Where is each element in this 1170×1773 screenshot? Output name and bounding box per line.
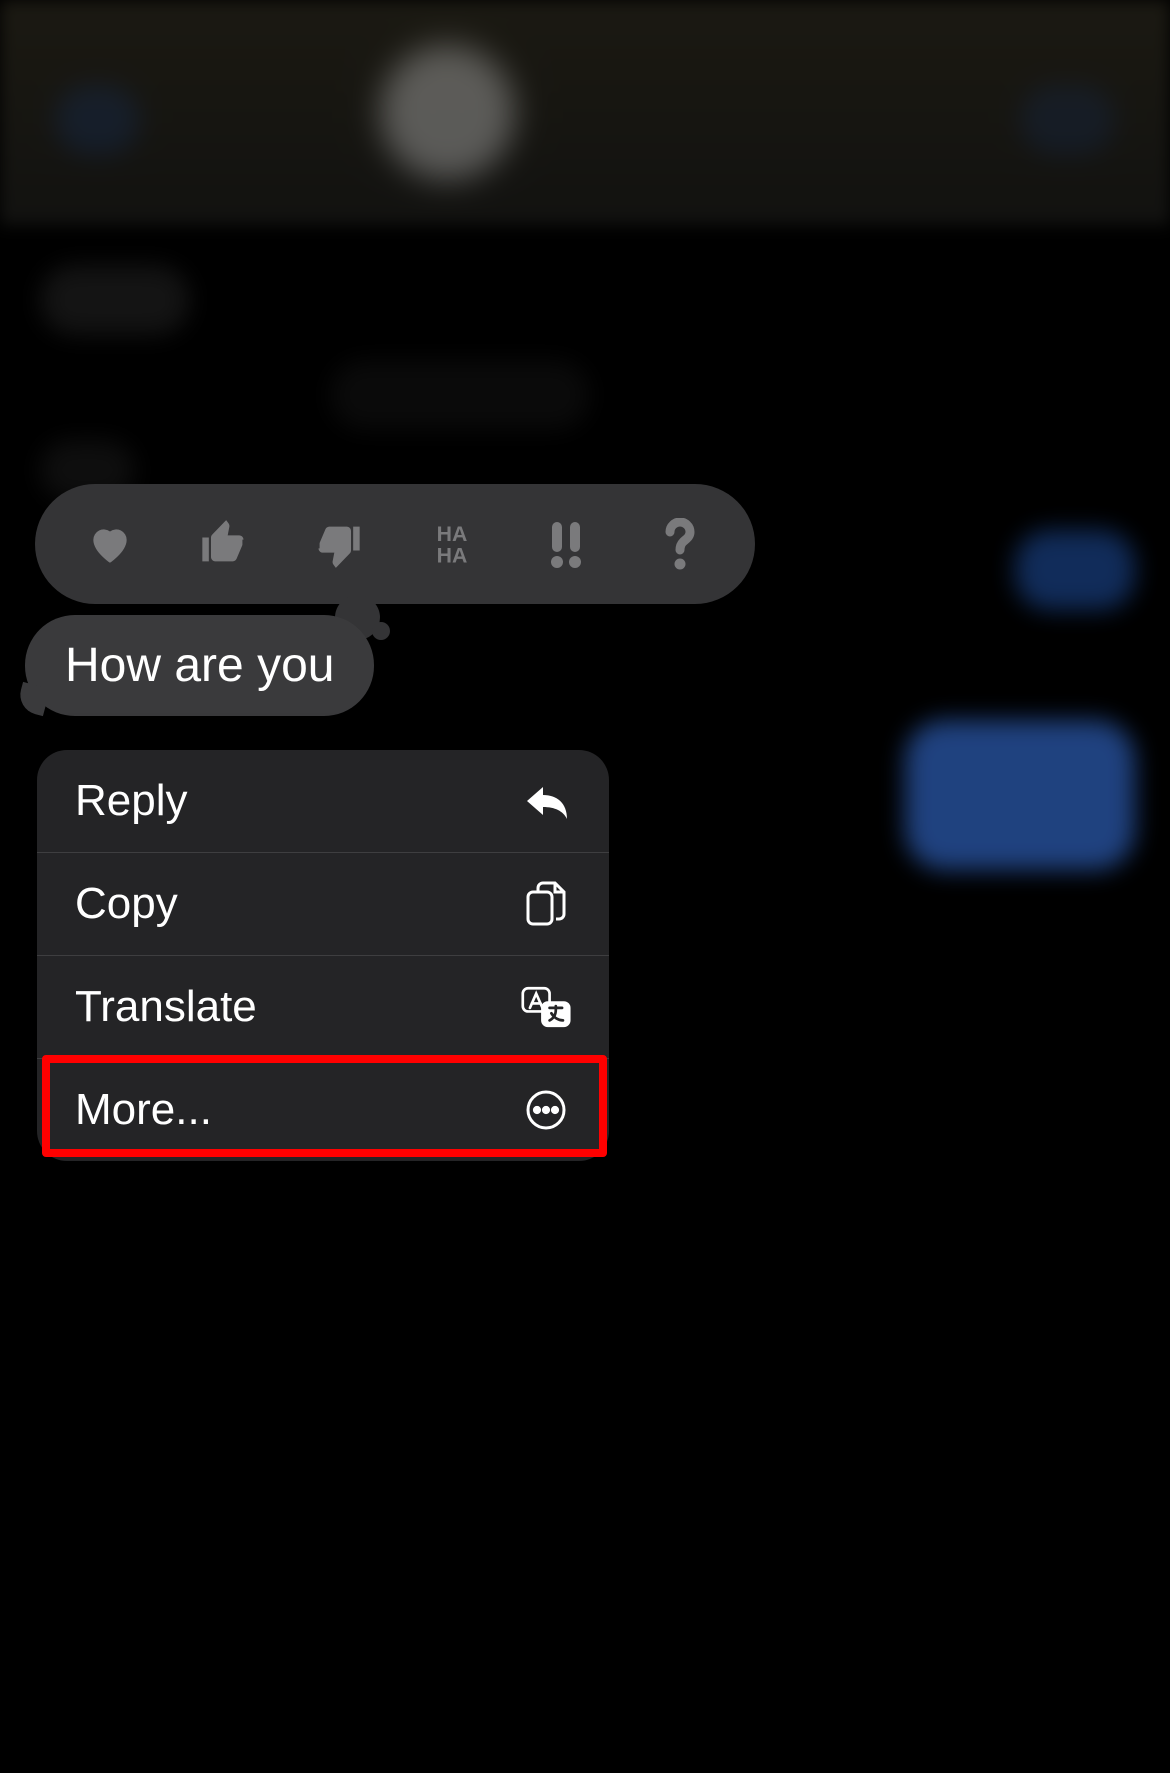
tapback-thumbs-down[interactable] [303, 509, 373, 579]
tapback-question[interactable] [645, 509, 715, 579]
bg-bubble [330, 360, 590, 430]
menu-label: More... [75, 1085, 212, 1135]
header-blurred [0, 0, 1170, 225]
tapback-heart[interactable] [75, 509, 145, 579]
haha-icon: HA HA [423, 519, 481, 569]
tapback-thumbs-up[interactable] [189, 509, 259, 579]
thumbs-up-icon [198, 518, 250, 570]
contact-avatar-blurred [380, 45, 515, 180]
menu-item-reply[interactable]: Reply [37, 750, 609, 853]
tapback-exclaim[interactable] [531, 509, 601, 579]
bg-bubble [905, 720, 1135, 870]
exclaim-icon [544, 518, 588, 570]
bg-bubble [40, 265, 190, 335]
thumbs-down-icon [312, 518, 364, 570]
question-icon [660, 518, 700, 570]
tapback-bar: HA HA [35, 484, 755, 604]
message-text: How are you [65, 639, 334, 692]
copy-icon [521, 879, 571, 929]
menu-label: Reply [75, 776, 188, 826]
facetime-button-blurred [1020, 85, 1115, 155]
tapback-haha[interactable]: HA HA [417, 509, 487, 579]
message-context-menu: Reply Copy Translate More... [37, 750, 609, 1161]
menu-label: Copy [75, 879, 178, 929]
heart-icon [82, 519, 138, 569]
menu-item-copy[interactable]: Copy [37, 853, 609, 956]
selected-message-bubble[interactable]: How are you [25, 615, 374, 716]
bg-bubble [1015, 530, 1135, 610]
tapback-tail [372, 622, 390, 640]
menu-item-more[interactable]: More... [37, 1059, 609, 1161]
menu-label: Translate [75, 982, 257, 1032]
translate-icon [521, 982, 571, 1032]
reply-icon [521, 776, 571, 826]
more-icon [521, 1085, 571, 1135]
menu-item-translate[interactable]: Translate [37, 956, 609, 1059]
back-button-blurred [55, 85, 140, 155]
svg-text:HA: HA [437, 543, 468, 567]
